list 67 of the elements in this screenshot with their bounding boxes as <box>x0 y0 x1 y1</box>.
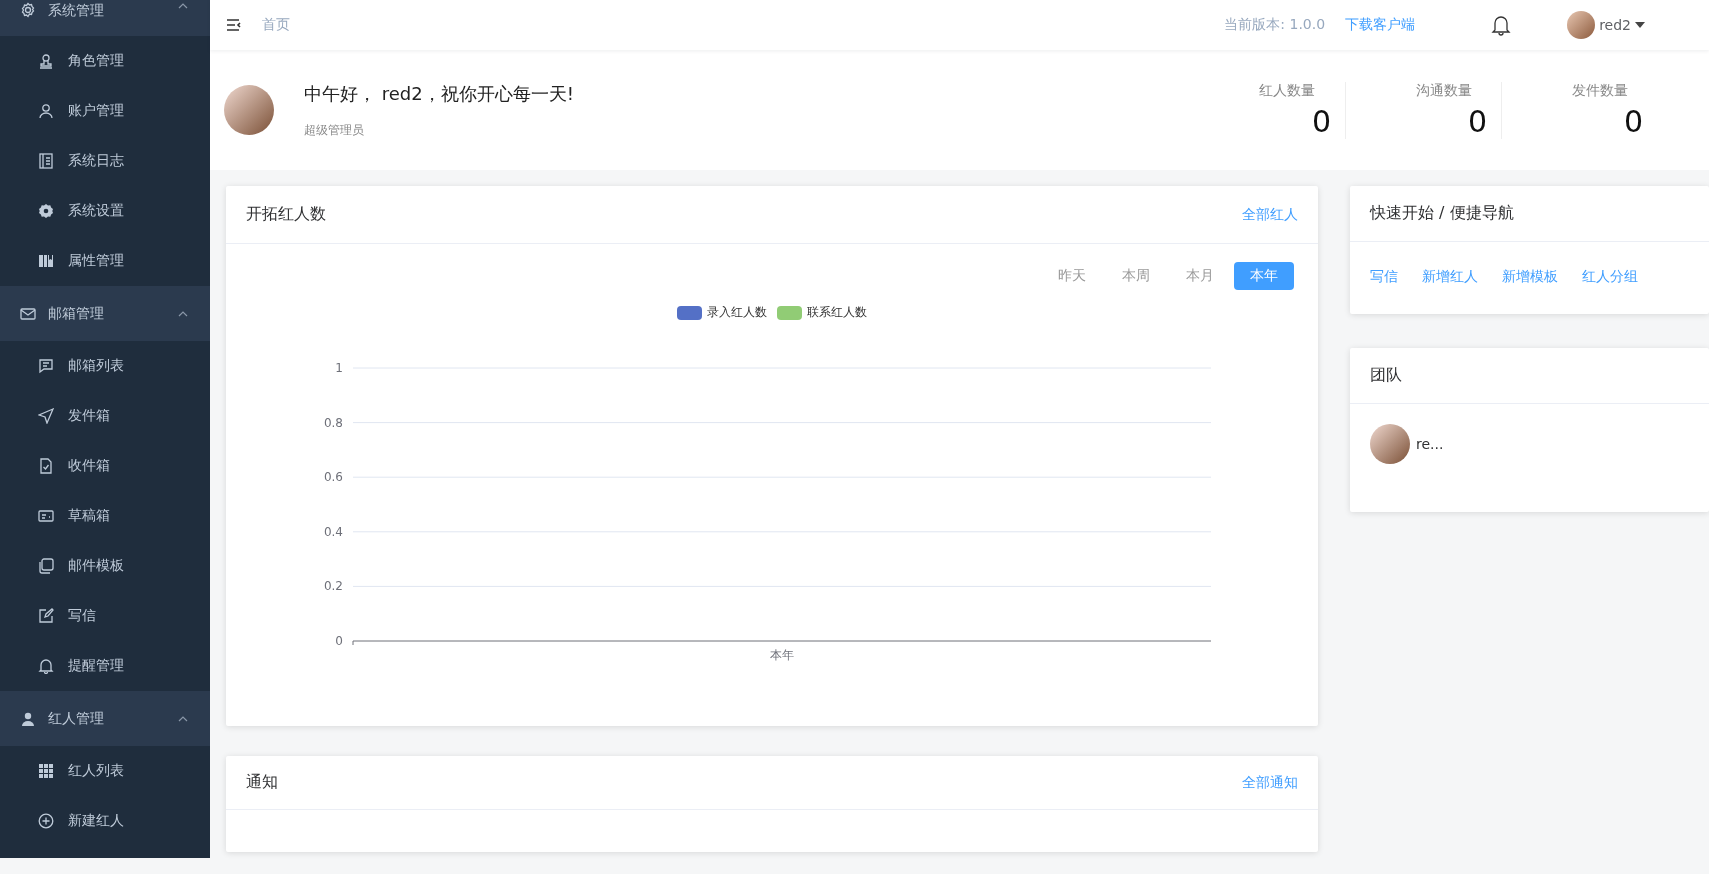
axis-tick-label: 0.4 <box>323 524 343 539</box>
chevron-up-icon <box>176 309 190 318</box>
plus-circle-icon <box>38 813 54 829</box>
axis-tick-label: 0.6 <box>323 470 343 485</box>
sidebar-item[interactable]: 新建红人 <box>0 796 210 846</box>
legend-label: 录入红人数 <box>707 304 767 321</box>
greeting-text: 中午好， red2，祝你开心每一天! <box>304 81 575 106</box>
axis-tick-label: 1 <box>335 361 343 375</box>
book-icon <box>38 253 54 269</box>
menu-group[interactable]: 邮箱管理 <box>0 286 210 341</box>
sidebar-item[interactable]: 草稿箱 <box>0 491 210 541</box>
sidebar-item[interactable]: 邮件模板 <box>0 541 210 591</box>
sidebar-item[interactable]: 系统设置 <box>0 186 210 236</box>
legend-label: 联系红人数 <box>807 304 867 321</box>
sidebar-item[interactable]: 系统日志 <box>0 136 210 186</box>
stat-label: 发件数量 <box>1570 81 1628 100</box>
sidebar-item[interactable]: 红人列表 <box>0 746 210 796</box>
user-icon <box>38 103 54 119</box>
menu-group[interactable]: 系统管理 <box>0 0 210 36</box>
card-title: 开拓红人数 <box>246 204 326 225</box>
chat-icon <box>38 358 54 374</box>
axis-tick-label: 0.8 <box>323 415 343 430</box>
sidebar-item[interactable]: 邮箱列表 <box>0 341 210 391</box>
caret-icon[interactable] <box>1635 22 1645 28</box>
stamp-icon <box>38 53 54 69</box>
stat-value: 0 <box>1467 103 1487 139</box>
stat-label: 沟通数量 <box>1414 81 1472 100</box>
grid-icon <box>38 763 54 779</box>
stat-value: 0 <box>1311 103 1331 139</box>
sidebar-item[interactable]: 发件箱 <box>0 391 210 441</box>
bell-icon <box>38 658 54 674</box>
chevron-up-icon <box>176 2 190 10</box>
card-icon <box>38 508 54 524</box>
avatar <box>1370 424 1410 464</box>
role-label: 超级管理员 <box>304 121 365 139</box>
file-check-icon <box>38 458 54 474</box>
person-icon <box>20 710 36 727</box>
sidebar-item[interactable]: 账户管理 <box>0 86 210 136</box>
stat-label: 红人数量 <box>1258 81 1315 100</box>
sidebar-item[interactable]: 提醒管理 <box>0 641 210 691</box>
axis-tick-label: 本年 <box>770 648 794 662</box>
menu-group[interactable]: 红人管理 <box>0 691 210 746</box>
gear-icon <box>20 2 36 18</box>
card-title: 快速开始 / 便捷导航 <box>1370 203 1514 224</box>
sidebar-item[interactable]: 收件箱 <box>0 441 210 491</box>
card-title: 团队 <box>1370 365 1402 386</box>
sidebar-item[interactable]: 属性管理 <box>0 236 210 286</box>
sidebar-item[interactable]: 写信 <box>0 591 210 641</box>
mail-icon <box>20 305 36 322</box>
edit-icon <box>38 608 54 624</box>
sidebar-item[interactable]: 角色管理 <box>0 36 210 86</box>
send-icon <box>38 408 54 424</box>
version-label: 当前版本: 1.0.0 <box>1224 16 1326 34</box>
document-icon <box>38 153 54 169</box>
member-name[interactable]: re... <box>1416 436 1444 452</box>
axis-tick-label: 0 <box>335 634 343 648</box>
menu-toggle-icon[interactable] <box>226 17 242 33</box>
stat-value: 0 <box>1623 103 1643 139</box>
avatar[interactable] <box>1567 11 1596 39</box>
chevron-up-icon <box>176 714 190 723</box>
axis-tick-label: 0.2 <box>323 579 343 594</box>
settings-icon <box>38 203 54 219</box>
copy-icon <box>38 558 54 574</box>
avatar <box>224 85 274 135</box>
card-title: 通知 <box>246 772 278 793</box>
notification-icon[interactable] <box>1491 14 1512 36</box>
username[interactable]: red2 <box>1599 17 1631 33</box>
